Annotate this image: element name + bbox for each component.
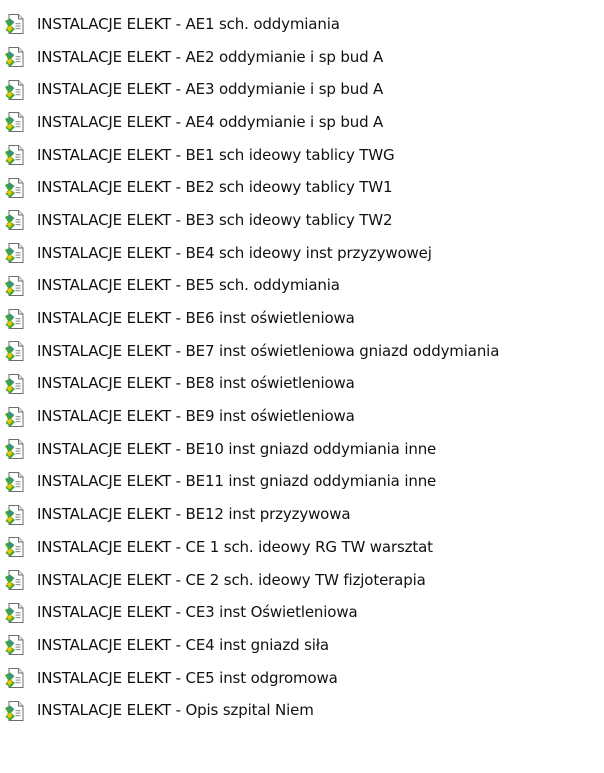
file-name: INSTALACJE ELEKT - BE11 inst gniazd oddy… [37, 472, 437, 491]
file-list-item[interactable]: INSTALACJE ELEKT - BE4 sch ideowy inst p… [4, 237, 600, 270]
pdf-file-icon [4, 144, 26, 166]
file-list-item[interactable]: INSTALACJE ELEKT - BE10 inst gniazd oddy… [4, 433, 600, 466]
file-name: INSTALACJE ELEKT - CE5 inst odgromowa [37, 668, 338, 687]
file-list-item[interactable]: INSTALACJE ELEKT - AE2 oddymianie i sp b… [4, 41, 600, 74]
file-list-item[interactable]: INSTALACJE ELEKT - CE3 inst Oświetleniow… [4, 596, 600, 629]
pdf-file-icon [4, 308, 26, 330]
pdf-file-icon [4, 536, 26, 558]
file-list-item[interactable]: INSTALACJE ELEKT - BE3 sch ideowy tablic… [4, 204, 600, 237]
file-name: INSTALACJE ELEKT - BE2 sch ideowy tablic… [37, 178, 393, 197]
file-list-item[interactable]: INSTALACJE ELEKT - BE2 sch ideowy tablic… [4, 171, 600, 204]
file-name: INSTALACJE ELEKT - BE4 sch ideowy inst p… [37, 243, 432, 262]
pdf-file-icon [4, 13, 26, 35]
file-name: INSTALACJE ELEKT - CE4 inst gniazd siła [37, 635, 329, 654]
file-name: INSTALACJE ELEKT - BE6 inst oświetleniow… [37, 309, 355, 328]
file-name: INSTALACJE ELEKT - CE 1 sch. ideowy RG T… [37, 537, 433, 556]
file-list-item[interactable]: INSTALACJE ELEKT - BE1 sch ideowy tablic… [4, 139, 600, 172]
pdf-file-icon [4, 700, 26, 722]
file-list-item[interactable]: INSTALACJE ELEKT - AE4 oddymianie i sp b… [4, 106, 600, 139]
file-list-item[interactable]: INSTALACJE ELEKT - BE11 inst gniazd oddy… [4, 466, 600, 499]
file-name: INSTALACJE ELEKT - AE4 oddymianie i sp b… [37, 112, 384, 131]
pdf-file-icon [4, 177, 26, 199]
file-list-item[interactable]: INSTALACJE ELEKT - CE4 inst gniazd siła [4, 629, 600, 662]
pdf-file-icon [4, 242, 26, 264]
pdf-file-icon [4, 667, 26, 689]
pdf-file-icon [4, 209, 26, 231]
file-name: INSTALACJE ELEKT - BE7 inst oświetleniow… [37, 341, 500, 360]
file-list-item[interactable]: INSTALACJE ELEKT - BE6 inst oświetleniow… [4, 302, 600, 335]
pdf-file-icon [4, 111, 26, 133]
file-list-item[interactable]: INSTALACJE ELEKT - AE3 oddymianie i sp b… [4, 73, 600, 106]
file-list-item[interactable]: INSTALACJE ELEKT - BE9 inst oświetleniow… [4, 400, 600, 433]
pdf-file-icon [4, 275, 26, 297]
pdf-file-icon [4, 438, 26, 460]
file-name: INSTALACJE ELEKT - BE1 sch ideowy tablic… [37, 145, 395, 164]
file-list-item[interactable]: INSTALACJE ELEKT - BE12 inst przyzywowa [4, 498, 600, 531]
pdf-file-icon [4, 373, 26, 395]
pdf-file-icon [4, 602, 26, 624]
file-name: INSTALACJE ELEKT - BE3 sch ideowy tablic… [37, 210, 393, 229]
file-name: INSTALACJE ELEKT - AE3 oddymianie i sp b… [37, 80, 384, 99]
pdf-file-icon [4, 471, 26, 493]
file-name: INSTALACJE ELEKT - BE8 inst oświetleniow… [37, 374, 355, 393]
file-name: INSTALACJE ELEKT - CE 2 sch. ideowy TW f… [37, 570, 426, 589]
pdf-file-icon [4, 569, 26, 591]
file-list-item[interactable]: INSTALACJE ELEKT - BE8 inst oświetleniow… [4, 368, 600, 401]
file-name: INSTALACJE ELEKT - BE12 inst przyzywowa [37, 505, 351, 524]
file-list-item[interactable]: INSTALACJE ELEKT - BE7 inst oświetleniow… [4, 335, 600, 368]
file-list-item[interactable]: INSTALACJE ELEKT - AE1 sch. oddymiania [4, 8, 600, 41]
pdf-file-icon [4, 79, 26, 101]
pdf-file-icon [4, 504, 26, 526]
file-name: INSTALACJE ELEKT - AE2 oddymianie i sp b… [37, 47, 384, 66]
pdf-file-icon [4, 406, 26, 428]
file-name: INSTALACJE ELEKT - BE9 inst oświetleniow… [37, 407, 355, 426]
pdf-file-icon [4, 340, 26, 362]
file-list-item[interactable]: INSTALACJE ELEKT - CE 2 sch. ideowy TW f… [4, 564, 600, 597]
file-name: INSTALACJE ELEKT - BE10 inst gniazd oddy… [37, 439, 437, 458]
file-list-item[interactable]: INSTALACJE ELEKT - CE5 inst odgromowa [4, 662, 600, 695]
file-name: INSTALACJE ELEKT - AE1 sch. oddymiania [37, 14, 340, 33]
file-list-item[interactable]: INSTALACJE ELEKT - Opis szpital Niem [4, 694, 600, 727]
file-name: INSTALACJE ELEKT - CE3 inst Oświetleniow… [37, 603, 358, 622]
pdf-file-icon [4, 634, 26, 656]
file-name: INSTALACJE ELEKT - Opis szpital Niem [37, 701, 314, 720]
file-list-item[interactable]: INSTALACJE ELEKT - BE5 sch. oddymiania [4, 270, 600, 303]
file-list: INSTALACJE ELEKT - AE1 sch. oddymiania IN… [4, 8, 600, 727]
file-name: INSTALACJE ELEKT - BE5 sch. oddymiania [37, 276, 340, 295]
file-list-item[interactable]: INSTALACJE ELEKT - CE 1 sch. ideowy RG T… [4, 531, 600, 564]
pdf-file-icon [4, 46, 26, 68]
